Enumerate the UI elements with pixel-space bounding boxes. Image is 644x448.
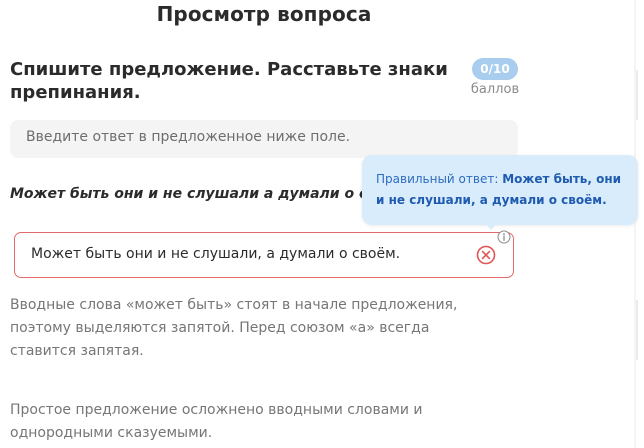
task-sentence: Может быть они и не слушали а думали о с… — [10, 186, 365, 202]
info-icon[interactable] — [497, 230, 511, 244]
circle-x-icon — [476, 245, 496, 265]
task-title: Спишите предложение. Расставьте знаки пр… — [10, 59, 448, 103]
score-badge: 0/10 — [472, 58, 518, 80]
tooltip-label: Правильный ответ: — [376, 172, 499, 186]
score-unit: баллов — [470, 82, 520, 97]
answer-text: Может быть они и не слушали, а думали о … — [31, 246, 401, 262]
explanation-text: Простое предложение осложнено вводными с… — [10, 402, 423, 441]
correct-answer-tooltip: Правильный ответ: Может быть, они и не с… — [362, 155, 638, 225]
answer-field[interactable]: Может быть они и не слушали, а думали о … — [14, 230, 514, 278]
explanation-text: Вводные слова «может быть» стоят в начал… — [10, 297, 458, 359]
edge-artifact — [634, 0, 638, 448]
page-title: Просмотр вопроса — [156, 2, 372, 26]
score: 0/10 баллов — [466, 58, 524, 97]
hint-box: Введите ответ в предложенное ниже поле. — [10, 120, 518, 158]
tooltip-arrow — [484, 222, 498, 230]
